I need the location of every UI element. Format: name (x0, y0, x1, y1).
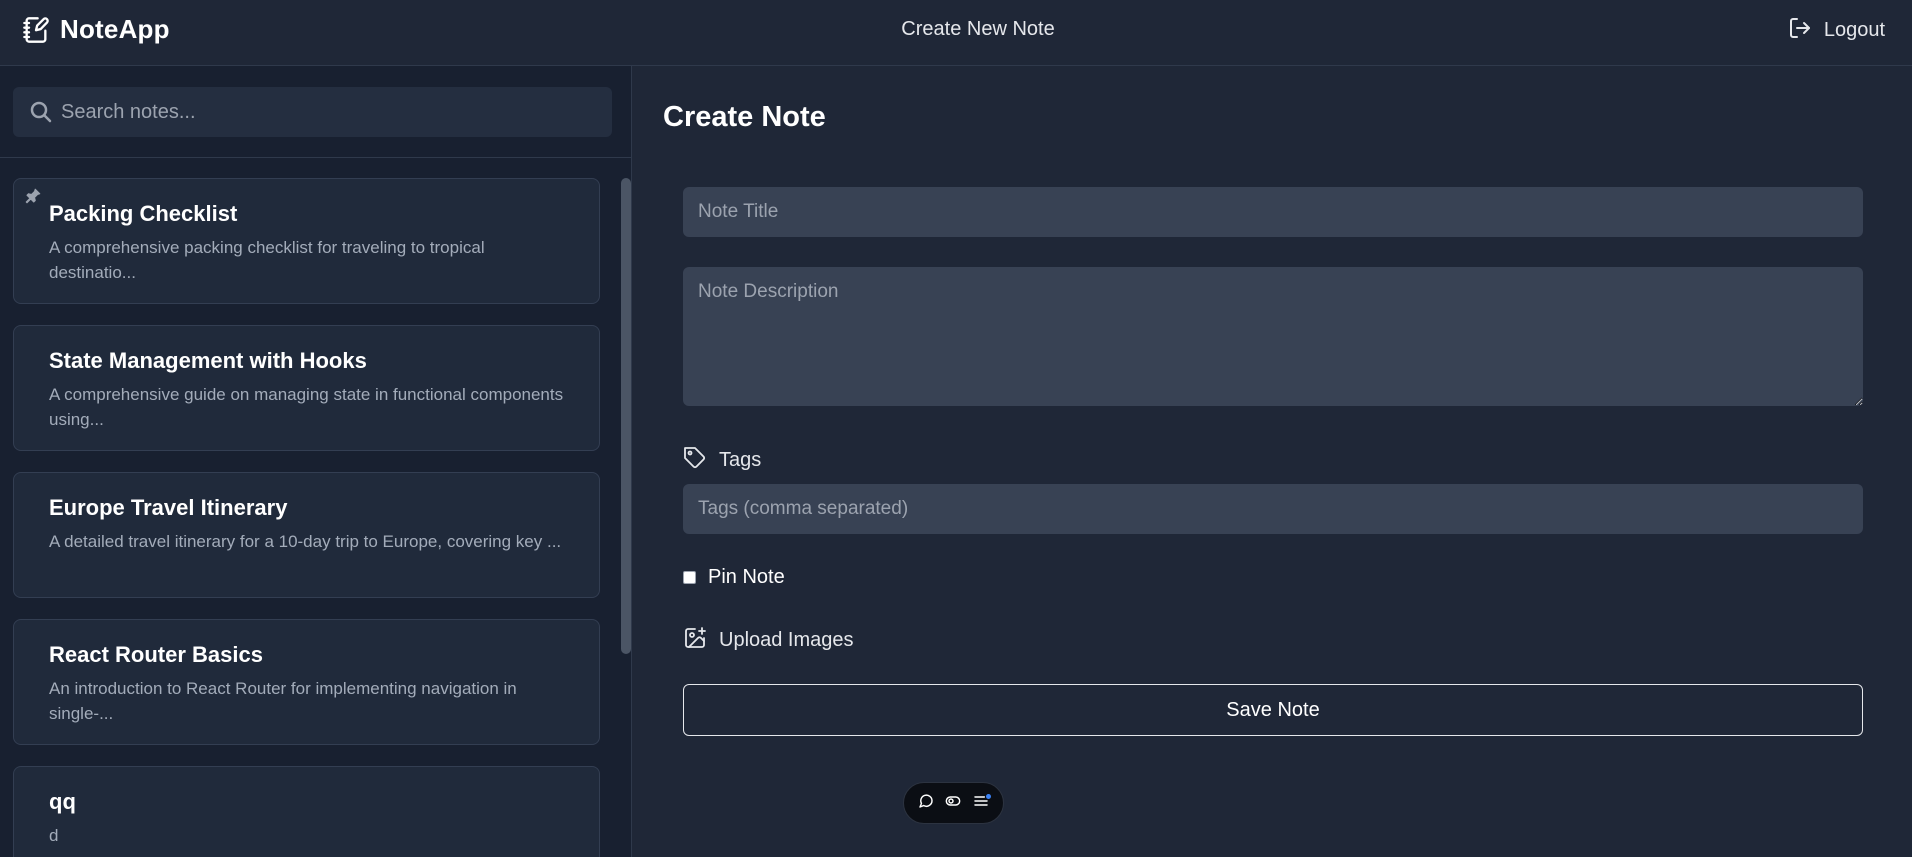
notification-dot (986, 794, 992, 799)
pin-note-row[interactable]: Pin Note (683, 566, 785, 589)
note-card[interactable]: Packing Checklist A comprehensive packin… (13, 178, 600, 304)
image-plus-icon (683, 626, 707, 655)
menu-button[interactable] (970, 792, 992, 814)
note-description-input[interactable] (683, 267, 1863, 406)
pin-note-checkbox[interactable] (683, 571, 696, 584)
tags-label-row: Tags (683, 446, 761, 475)
search-input[interactable] (61, 87, 601, 137)
tag-icon (683, 446, 707, 475)
note-description: d (49, 826, 59, 845)
note-title: State Management with Hooks (49, 348, 367, 373)
note-description: A comprehensive packing checklist for tr… (49, 238, 485, 282)
pin-note-label: Pin Note (708, 566, 785, 588)
note-card[interactable]: Europe Travel Itinerary A detailed trave… (13, 472, 600, 598)
form-title: Create Note (663, 101, 826, 133)
chat-button[interactable] (915, 792, 937, 814)
logout-icon (1788, 16, 1812, 45)
create-note-panel: Create Note Tags Pin Note Upload Images … (633, 66, 1912, 857)
page-heading: Create New Note (901, 18, 1055, 40)
search-box[interactable] (13, 87, 612, 137)
toggle-button[interactable] (942, 792, 964, 814)
upload-images-button[interactable]: Upload Images (683, 626, 854, 655)
logout-label: Logout (1823, 19, 1885, 41)
save-note-button[interactable]: Save Note (683, 684, 1863, 736)
toggle-icon (945, 793, 961, 814)
search-area (0, 66, 632, 158)
search-icon (29, 100, 53, 129)
note-description: A comprehensive guide on managing state … (49, 385, 564, 429)
floating-toolbar (903, 782, 1004, 824)
sidebar: Packing Checklist A comprehensive packin… (0, 66, 632, 857)
upload-images-label: Upload Images (719, 629, 854, 651)
top-bar: NoteApp Create New Note Logout (0, 0, 1912, 66)
pin-icon (24, 187, 42, 210)
tags-input[interactable] (683, 484, 1863, 534)
note-title-input[interactable] (683, 187, 1863, 237)
note-title: qq (49, 789, 76, 814)
note-card[interactable]: State Management with Hooks A comprehens… (13, 325, 600, 451)
note-description: A detailed travel itinerary for a 10-day… (49, 532, 562, 551)
note-card[interactable]: qq d (13, 766, 600, 857)
note-title: Packing Checklist (49, 201, 238, 226)
chat-bubble-icon (918, 793, 934, 814)
note-title: React Router Basics (49, 642, 263, 667)
note-title: Europe Travel Itinerary (49, 495, 288, 520)
note-card[interactable]: React Router Basics An introduction to R… (13, 619, 600, 745)
tags-label: Tags (719, 449, 762, 471)
scrollbar-thumb[interactable] (621, 178, 631, 654)
note-description: An introduction to React Router for impl… (49, 679, 517, 723)
logout-button[interactable]: Logout (1788, 16, 1885, 45)
